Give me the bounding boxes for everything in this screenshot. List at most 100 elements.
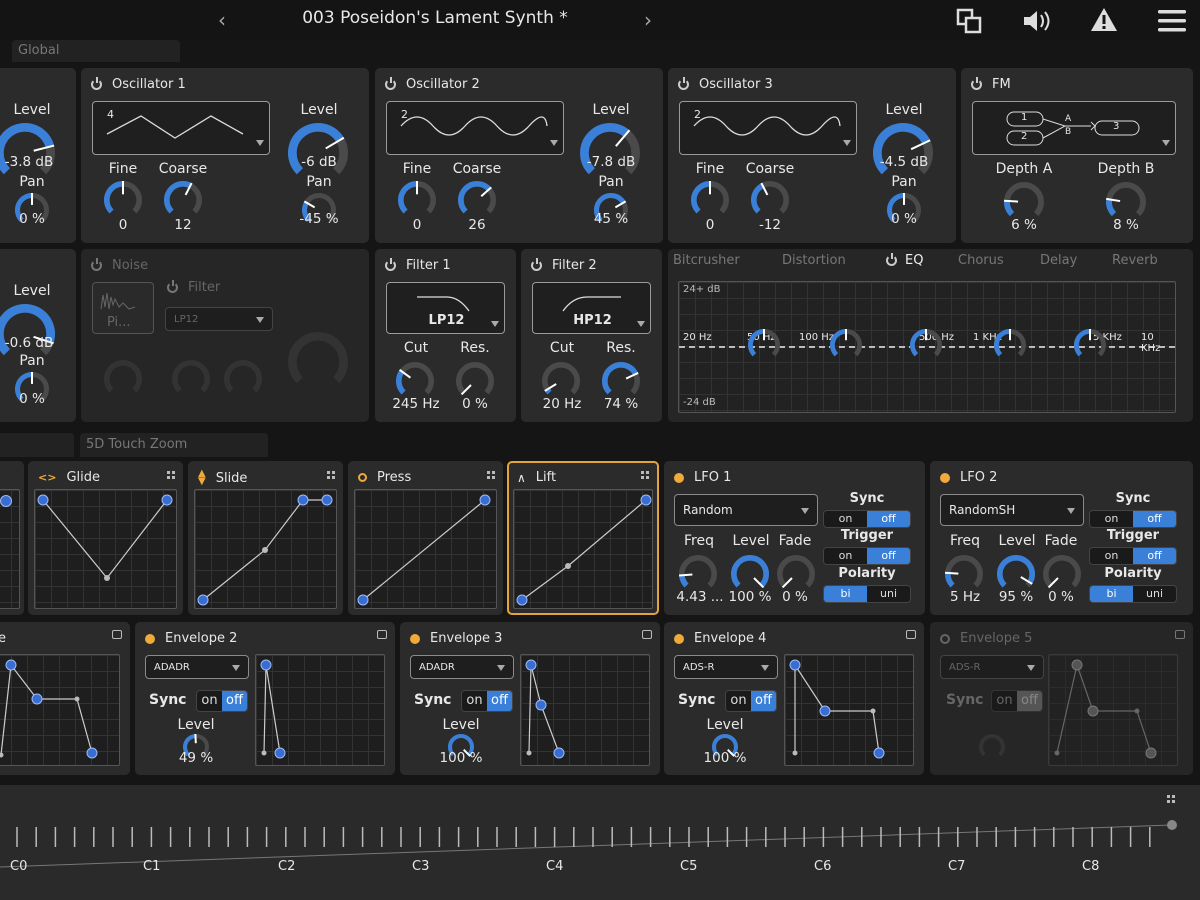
next-preset-button[interactable]: › — [644, 8, 652, 32]
envelope-5-graph[interactable] — [1048, 654, 1178, 766]
envelope-2-monitor-icon[interactable] — [377, 630, 387, 639]
noise-knob-1[interactable] — [103, 359, 143, 399]
filter2-res-knob[interactable] — [601, 361, 641, 401]
glide-curve-grid[interactable] — [34, 489, 177, 609]
power-icon[interactable] — [531, 258, 542, 271]
tab-5d-touch-zoom[interactable]: 5D Touch Zoom — [80, 433, 268, 457]
eq-band-2-knob[interactable] — [829, 328, 863, 362]
grid-menu-icon[interactable] — [327, 471, 335, 479]
envelope-5-sync-toggle[interactable]: on off — [991, 690, 1043, 712]
power-icon[interactable] — [91, 258, 102, 271]
lfo2-freq-knob[interactable] — [944, 554, 984, 594]
grid-menu-icon[interactable] — [487, 471, 495, 479]
osc3-wave-selector[interactable]: 2 — [679, 101, 857, 155]
trigger-off-option[interactable]: off — [867, 548, 910, 564]
slide-curve-grid[interactable] — [194, 489, 337, 609]
osc2-wave-selector[interactable]: 2 — [386, 101, 564, 155]
lfo2-shape-select[interactable]: RandomSH — [940, 494, 1084, 526]
power-icon[interactable] — [385, 258, 396, 271]
envelope-5-monitor-icon[interactable] — [1175, 630, 1185, 639]
tab-global[interactable]: Global — [12, 40, 180, 62]
envelope-3-active-dot[interactable] — [410, 633, 420, 644]
trigger-on-option[interactable]: on — [824, 548, 867, 564]
filter1-cut-knob[interactable] — [395, 361, 435, 401]
lfo1-fade-knob[interactable] — [776, 554, 816, 594]
noise-knob-2[interactable] — [171, 359, 211, 399]
sync-off-option[interactable]: off — [751, 691, 776, 711]
envelope-2-active-dot[interactable] — [145, 633, 155, 644]
sync-on-option[interactable]: on — [1090, 511, 1133, 527]
filter2-type-selector[interactable]: HP12 — [532, 282, 651, 334]
fx-tab-bitcrusher[interactable]: Bitcrusher — [673, 253, 740, 268]
sync-off-option[interactable]: off — [1133, 511, 1176, 527]
speaker-icon[interactable] — [1022, 8, 1052, 34]
lfo1-polarity-toggle[interactable]: bi uni — [823, 585, 911, 603]
warning-icon[interactable] — [1090, 6, 1118, 34]
curve-point[interactable] — [0, 495, 12, 507]
sync-off-option[interactable]: off — [1017, 691, 1042, 711]
eq-band-4-knob[interactable] — [993, 328, 1027, 362]
lfo2-fade-knob[interactable] — [1042, 554, 1082, 594]
envelope-4-mode-select[interactable]: ADS-R — [674, 655, 778, 679]
power-icon[interactable] — [886, 253, 897, 266]
lfo-2-active-dot[interactable] — [940, 472, 950, 483]
lfo2-trigger-toggle[interactable]: on off — [1089, 547, 1177, 565]
envelope-5-active-dot[interactable] — [940, 633, 950, 644]
sync-on-option[interactable]: on — [726, 691, 751, 711]
lfo2-polarity-toggle[interactable]: bi uni — [1089, 585, 1177, 603]
osc3-fine-knob[interactable] — [690, 180, 730, 220]
noise-sample-selector[interactable]: Pi... — [92, 282, 154, 334]
sync-on-option[interactable]: on — [992, 691, 1017, 711]
lfo2-sync-toggle[interactable]: on off — [1089, 510, 1177, 528]
eq-band-3-knob[interactable] — [909, 328, 943, 362]
prev-preset-button[interactable]: ‹ — [218, 8, 226, 32]
envelope-5-level-knob[interactable] — [978, 733, 1006, 761]
power-icon[interactable] — [971, 77, 982, 90]
filter1-type-selector[interactable]: LP12 — [386, 282, 505, 334]
envelope-3-monitor-icon[interactable] — [642, 630, 652, 639]
preset-name[interactable]: 003 Poseidon's Lament Synth * — [270, 8, 600, 28]
sync-on-option[interactable]: on — [824, 511, 867, 527]
envelope-4-graph[interactable] — [784, 654, 914, 766]
fm-routing-selector[interactable]: 1 2 3 A B — [972, 101, 1176, 155]
envelope-4-active-dot[interactable] — [674, 633, 684, 644]
lift-curve-grid[interactable] — [513, 489, 653, 609]
eq-graph[interactable]: 24+ dB -24 dB 20 Hz 50 Hz 100 Hz 500 Hz … — [678, 281, 1176, 413]
filter1-res-knob[interactable] — [455, 361, 495, 401]
lfo2-level-knob[interactable] — [996, 554, 1036, 594]
noise-level-knob[interactable] — [287, 331, 349, 393]
noise-filter-select[interactable]: LP12 — [165, 307, 273, 331]
lfo1-sync-toggle[interactable]: on off — [823, 510, 911, 528]
power-icon[interactable] — [385, 77, 396, 90]
envelope-2-mode-select[interactable]: ADADR — [145, 655, 249, 679]
polarity-uni-option[interactable]: uni — [1133, 586, 1176, 602]
trigger-on-option[interactable]: on — [1090, 548, 1133, 564]
osc1-wave-selector[interactable]: 4 — [92, 101, 270, 155]
envelope-1-monitor-icon[interactable] — [112, 630, 122, 639]
fx-tab-distortion[interactable]: Distortion — [782, 253, 846, 268]
osc1-fine-knob[interactable] — [103, 180, 143, 220]
power-icon[interactable] — [678, 77, 689, 90]
lfo-1-active-dot[interactable] — [674, 472, 684, 483]
grid-menu-icon[interactable] — [641, 471, 649, 479]
power-icon[interactable] — [91, 77, 102, 90]
envelope-5-mode-select[interactable]: ADS-R — [940, 655, 1044, 679]
osc2-fine-knob[interactable] — [397, 180, 437, 220]
menu-icon[interactable] — [1157, 8, 1187, 34]
grid-menu-icon[interactable] — [167, 471, 175, 479]
fx-tab-delay[interactable]: Delay — [1040, 253, 1077, 268]
fx-tab-eq-header[interactable]: EQ — [886, 253, 923, 268]
envelope-4-monitor-icon[interactable] — [906, 630, 916, 639]
lfo1-freq-knob[interactable] — [678, 554, 718, 594]
keyboard-strip[interactable]: C0 C1 C2 C3 C4 C5 C6 C7 C8 — [0, 785, 1200, 900]
envelope-3-mode-select[interactable]: ADADR — [410, 655, 514, 679]
noise-knob-3[interactable] — [223, 359, 263, 399]
envelope-1-graph[interactable] — [0, 654, 120, 766]
sync-on-option[interactable]: on — [197, 691, 222, 711]
osc2-coarse-knob[interactable] — [457, 180, 497, 220]
envelope-4-sync-toggle[interactable]: on off — [725, 690, 777, 712]
sync-off-option[interactable]: off — [222, 691, 247, 711]
lfo1-trigger-toggle[interactable]: on off — [823, 547, 911, 565]
power-icon[interactable] — [167, 280, 178, 293]
lfo1-shape-select[interactable]: Random — [674, 494, 818, 526]
